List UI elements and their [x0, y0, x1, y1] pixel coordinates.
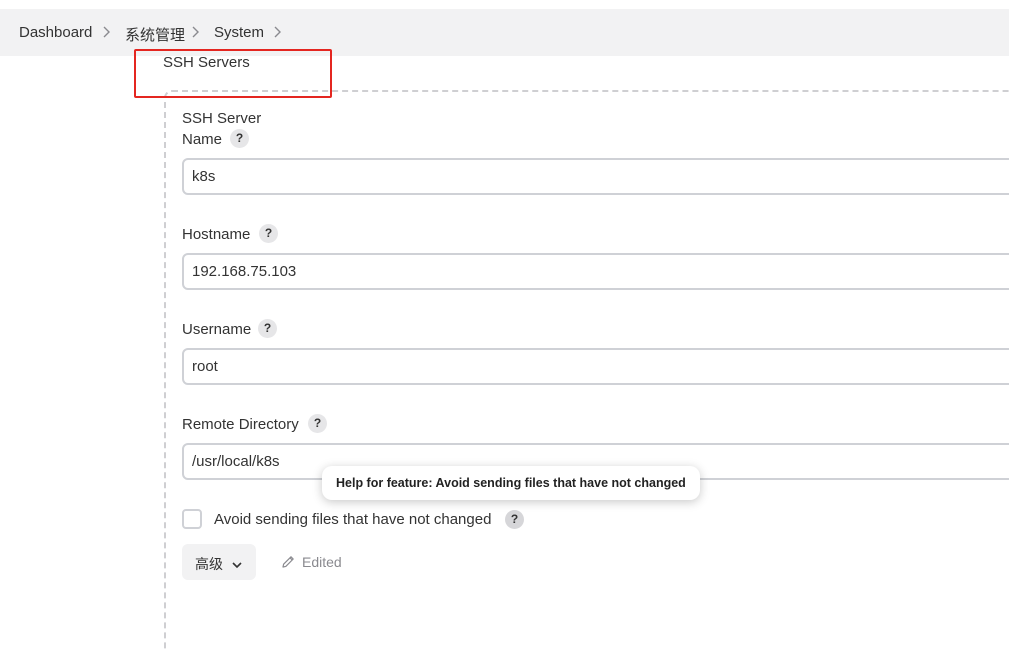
pencil-icon: [280, 554, 296, 575]
username-field[interactable]: [182, 348, 1009, 385]
help-icon[interactable]: ?: [505, 510, 524, 529]
ssh-server-heading: SSH Server: [182, 110, 262, 127]
help-tooltip: Help for feature: Avoid sending files th…: [322, 466, 700, 500]
edited-label: Edited: [302, 554, 342, 570]
avoid-sending-label[interactable]: Avoid sending files that have not change…: [214, 511, 491, 528]
name-field[interactable]: [182, 158, 1009, 195]
help-icon[interactable]: ?: [308, 414, 327, 433]
help-icon[interactable]: ?: [230, 129, 249, 148]
breadcrumb-item-dashboard[interactable]: Dashboard: [19, 24, 92, 41]
help-icon[interactable]: ?: [258, 319, 277, 338]
breadcrumb-item-system-management[interactable]: 系统管理: [125, 24, 185, 45]
advanced-button[interactable]: 高级: [182, 544, 256, 580]
remote-directory-label: Remote Directory: [182, 416, 299, 433]
chevron-right-icon: [191, 24, 203, 41]
advanced-button-label: 高级: [195, 556, 223, 572]
highlight-annotation: [134, 49, 332, 98]
help-icon[interactable]: ?: [259, 224, 278, 243]
username-label: Username: [182, 321, 252, 338]
chevron-right-icon: [102, 24, 114, 41]
hostname-label: Hostname: [182, 226, 251, 243]
breadcrumb-item-system[interactable]: System: [214, 24, 264, 41]
chevron-right-icon[interactable]: [273, 24, 285, 41]
avoid-sending-checkbox[interactable]: [182, 509, 202, 529]
name-label: Name: [182, 131, 223, 148]
chevron-down-icon: [231, 557, 243, 573]
hostname-field[interactable]: [182, 253, 1009, 290]
